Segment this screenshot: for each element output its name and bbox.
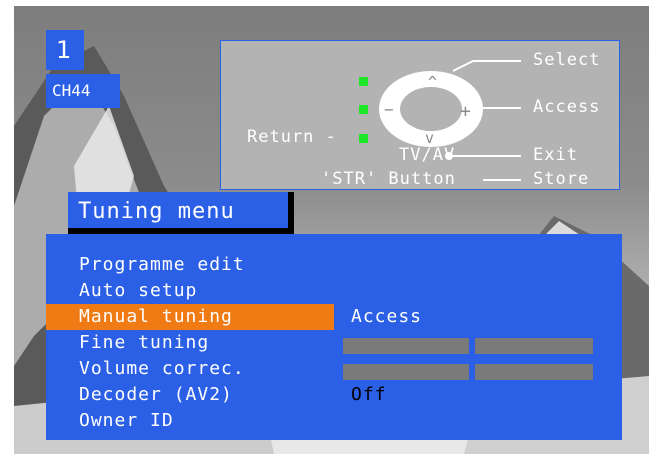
help-select-label: Select <box>533 50 601 70</box>
svg-text:^: ^ <box>428 73 437 91</box>
green-indicator <box>359 105 368 114</box>
menu-item-auto-setup[interactable]: Auto setup <box>46 278 334 304</box>
green-indicator <box>359 134 368 143</box>
manual-tuning-value: Access <box>351 306 423 327</box>
fine-tuning-bar-left[interactable] <box>343 338 469 354</box>
volume-correction-bar-right[interactable] <box>475 364 593 380</box>
help-exit-label: Exit <box>533 145 578 165</box>
remote-help-panel: ^ v − + Select Access Return - TV/AV Exi… <box>220 40 620 190</box>
svg-text:+: + <box>460 101 471 122</box>
decoder-value: Off <box>351 384 387 405</box>
help-access-label: Access <box>533 97 601 117</box>
help-tvav-label: TV/AV <box>399 145 456 165</box>
menu-item-volume-correction[interactable]: Volume correc. <box>46 356 334 382</box>
help-store-label: Store <box>533 169 590 189</box>
menu-title: Tuning menu <box>68 192 294 234</box>
menu-item-manual-tuning[interactable]: Manual tuning <box>46 304 334 330</box>
help-return-label: Return - <box>247 127 337 147</box>
programme-number: 1 <box>46 30 84 70</box>
menu-item-programme-edit[interactable]: Programme edit <box>46 252 334 278</box>
channel-label: CH44 <box>46 74 120 108</box>
menu-item-decoder-av2[interactable]: Decoder (AV2) <box>46 382 334 408</box>
green-indicator <box>359 77 368 86</box>
volume-correction-bar-left[interactable] <box>343 364 469 380</box>
menu-item-fine-tuning[interactable]: Fine tuning <box>46 330 334 356</box>
help-str-button-label: 'STR' Button <box>321 169 456 189</box>
fine-tuning-bar-right[interactable] <box>475 338 593 354</box>
svg-text:−: − <box>384 100 394 119</box>
menu-item-owner-id[interactable]: Owner ID <box>46 408 334 434</box>
tuning-menu-panel: Programme edit Auto setup Manual tuning … <box>46 234 622 440</box>
